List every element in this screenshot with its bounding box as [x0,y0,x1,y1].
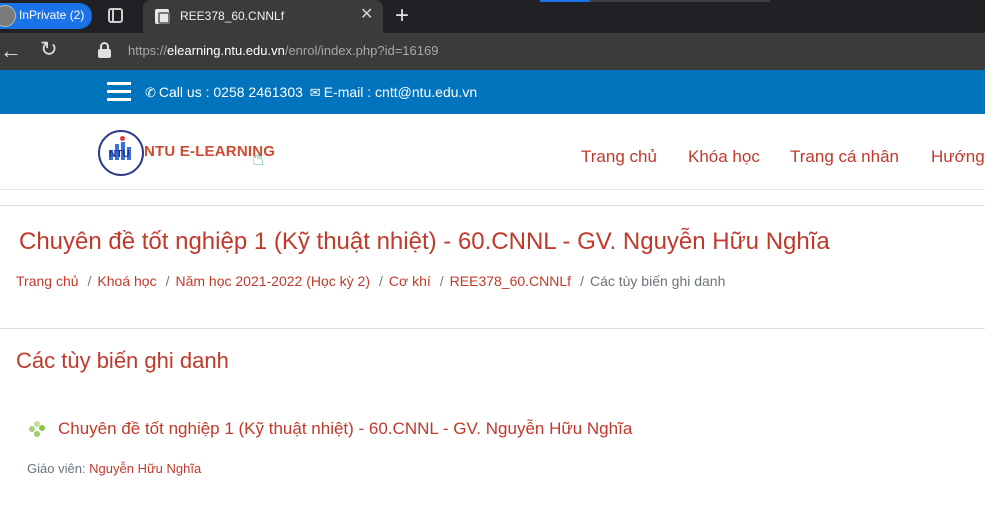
pointing-hand-icon: ☝ [252,148,265,170]
breadcrumb-separator: / [439,273,444,289]
url-scheme: https:// [128,43,168,58]
browser-tab-strip: InPrivate (2) REE378_60.CNNLf ✕ + [0,0,985,33]
window-drag-region [540,0,770,2]
reload-icon[interactable]: ↻ [40,37,58,62]
page-title: Chuyên đề tốt nghiệp 1 (Kỹ thuật nhiệt) … [19,228,830,255]
divider [0,205,985,206]
breadcrumb-item-courses[interactable]: Khoá học [97,273,156,289]
call-us-text: Call us : 0258 2461303 [158,84,303,100]
breadcrumb-separator: / [379,273,383,289]
new-tab-icon[interactable]: + [395,4,409,28]
url-host: elearning.ntu.edu.vn [167,43,285,58]
breadcrumb: Trang chủ / Khoá học / Năm học 2021-2022 (Họ… [16,273,725,289]
url-field[interactable]: https://elearning.ntu.edu.vn/enrol/index… [128,43,438,58]
back-arrow-icon[interactable]: ← [0,38,22,64]
breadcrumb-separator: / [87,273,92,289]
breadcrumb-item-category[interactable]: Cơ khí [389,273,431,289]
divider [0,328,985,329]
site-contact-bar: ✆ Call us : 0258 2461303 ✉ E-mail : cntt@n… [0,70,985,114]
phone-icon: ✆ [145,85,156,100]
close-tab-icon[interactable]: ✕ [360,7,373,23]
url-path: /enrol/index.php?id=16169 [284,43,439,58]
nav-trang-chu[interactable]: Trang chủ [581,147,657,167]
tab-active[interactable]: REE378_60.CNNLf ✕ [143,0,383,33]
page-favicon-icon [155,9,170,24]
inprivate-label: InPrivate (2) [19,8,85,22]
breadcrumb-item-current: Các tùy biến ghi danh [589,273,726,289]
breadcrumb-item-course[interactable]: REE378_60.CNNLf [450,273,571,289]
teacher-label: Giáo viên: [27,461,90,476]
breadcrumb-separator: / [580,273,584,289]
section-title: Các tùy biến ghi danh [16,348,229,373]
nav-trang-ca-nhan[interactable]: Trang cá nhân [790,147,899,167]
breadcrumb-item-home[interactable]: Trang chủ [16,273,79,289]
breadcrumb-separator: / [165,273,170,289]
logo-mark: NTU [109,149,130,160]
tab-actions-icon[interactable] [108,8,123,23]
email-text: E-mail : cntt@ntu.edu.vn [323,84,478,100]
contact-info: ✆ Call us : 0258 2461303 ✉ E-mail : cntt@n… [145,84,477,101]
nav-khoa-hoc[interactable]: Khóa học [688,147,760,167]
breadcrumb-item-year[interactable]: Năm học 2021-2022 (Học kỳ 2) [175,273,370,289]
course-link[interactable]: Chuyên đề tốt nghiệp 1 (Kỹ thuật nhiệt) … [58,419,632,439]
avatar [0,5,16,27]
nav-huong-dan[interactable]: Hướng [931,147,985,167]
teacher-info: Giáo viên: Nguyễn Hữu Nghĩa [27,461,201,476]
site-header: NTU NTU E-LEARNING ☝ Trang chủ Khóa học … [0,114,985,190]
tab-title: REE378_60.CNNLf [180,9,285,23]
lock-icon[interactable] [98,42,111,59]
hamburger-menu-icon[interactable] [107,82,131,101]
inprivate-button[interactable]: InPrivate (2) [0,3,92,29]
address-bar-row: ← ↻ https://elearning.ntu.edu.vn/enrol/i… [0,33,985,70]
envelope-icon: ✉ [309,85,321,100]
teacher-link[interactable]: Nguyễn Hữu Nghĩa [89,461,201,476]
course-icon [29,421,45,437]
ntu-logo[interactable]: NTU [98,130,144,176]
